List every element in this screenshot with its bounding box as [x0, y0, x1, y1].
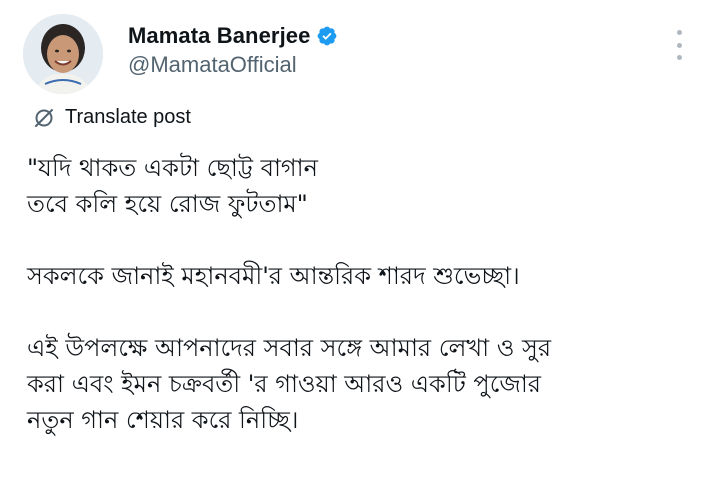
post-line: "যদি থাকত একটা ছোট্ট বাগান [27, 154, 318, 182]
post-body: "যদি থাকত একটা ছোট্ট বাগান তবে কলি হয়ে … [27, 150, 707, 438]
verified-badge-icon [316, 25, 338, 47]
post-line: তবে কলি হয়ে রোজ ফুটতাম" [27, 190, 308, 218]
author-name-row[interactable]: Mamata Banerjee [128, 23, 338, 49]
post-header: Mamata Banerjee @MamataOfficial [0, 0, 719, 100]
more-dot [676, 55, 682, 60]
more-dot [676, 30, 682, 35]
post-line: এই উপলক্ষে আপনাদের সবার সঙ্গে আমার লেখা … [27, 334, 552, 362]
post-line: সকলকে জানাই মহানবমী'র আন্তরিক শারদ শুভেচ… [27, 262, 520, 290]
translate-post-button[interactable]: Translate post [33, 106, 191, 129]
author-display-name[interactable]: Mamata Banerjee [128, 23, 310, 49]
post-line: করা এবং ইমন চক্রবর্তী 'র গাওয়া আরও একটি… [27, 370, 541, 398]
more-vertical-icon[interactable] [672, 30, 686, 60]
translate-post-label: Translate post [65, 106, 191, 128]
post-line: নতুন গান শেয়ার করে নিচ্ছি। [27, 406, 299, 434]
more-dot [676, 42, 682, 48]
avatar[interactable] [23, 14, 103, 94]
translate-icon [33, 107, 55, 129]
author-handle[interactable]: @MamataOfficial [128, 52, 297, 78]
